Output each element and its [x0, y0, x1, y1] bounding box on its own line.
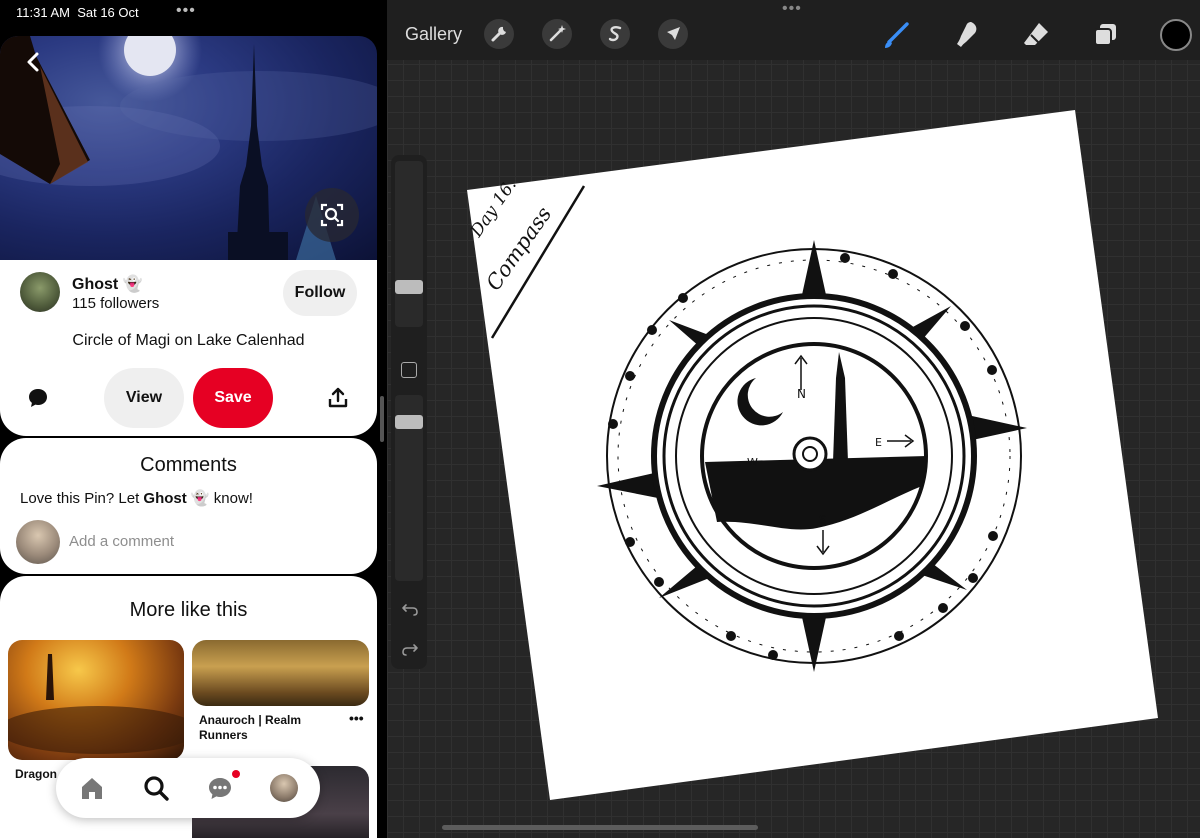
layers-icon: [1094, 24, 1116, 46]
pinterest-pane: Ghost 👻 115 followers Follow Circle of M…: [0, 36, 377, 838]
status-time: 11:31 AM Sat 16 Oct: [16, 5, 139, 20]
save-button[interactable]: Save: [193, 368, 273, 428]
compass-east-label: E: [875, 436, 882, 449]
opacity-thumb[interactable]: [395, 415, 423, 429]
related-pin-title[interactable]: Dragon: [15, 767, 57, 781]
transform-button[interactable]: [658, 19, 688, 49]
wrench-icon: [491, 26, 506, 42]
undo-icon: [402, 604, 418, 616]
drawing-canvas[interactable]: Day 16. Compass N S W E: [387, 0, 1200, 838]
follower-count: 115 followers: [72, 295, 160, 312]
bottom-tab-bar: [56, 758, 320, 818]
color-picker-button[interactable]: [1160, 19, 1192, 51]
creator-name[interactable]: Ghost 👻: [72, 274, 143, 294]
status-bar: 11:31 AM Sat 16 Oct •••: [0, 0, 380, 26]
home-icon: [82, 778, 102, 799]
split-view-divider[interactable]: [380, 396, 384, 442]
selection-button[interactable]: [600, 19, 630, 49]
my-avatar: [16, 520, 60, 564]
pin-image[interactable]: [0, 36, 377, 260]
messages-icon: [209, 778, 231, 799]
selection-icon: [608, 26, 622, 42]
more-like-this-heading: More like this: [129, 599, 248, 621]
comments-heading: Comments: [140, 454, 237, 476]
lens-icon: [320, 203, 344, 227]
tab-search[interactable]: [142, 774, 170, 802]
layers-button[interactable]: [1089, 18, 1123, 52]
tab-messages[interactable]: [206, 774, 234, 802]
procreate-toolbar: Gallery •••: [387, 0, 1200, 60]
eraser-tool[interactable]: [1019, 18, 1053, 52]
comment-button[interactable]: [26, 386, 50, 410]
comments-section: Comments Love this Pin? Let Ghost 👻 know…: [0, 438, 377, 574]
eraser-icon: [1024, 23, 1048, 45]
magic-wand-icon: [549, 25, 566, 42]
modify-button[interactable]: [401, 362, 417, 378]
redo-button[interactable]: [400, 639, 420, 659]
add-comment-input[interactable]: Add a comment: [69, 533, 174, 550]
redo-icon: [402, 644, 418, 656]
smudge-icon: [957, 22, 977, 47]
pin-title: Circle of Magi on Lake Calenhad: [72, 332, 305, 349]
compass-north-label: N: [797, 387, 806, 401]
pin-details-card: Ghost 👻 115 followers Follow Circle of M…: [0, 260, 377, 436]
visual-search-button[interactable]: [305, 188, 359, 242]
multitasking-dots[interactable]: •••: [176, 2, 196, 20]
related-pin-title[interactable]: Anauroch | Realm Runners: [199, 713, 329, 743]
brush-sidebar: [391, 155, 427, 669]
tab-profile[interactable]: [270, 774, 298, 802]
transform-icon: [667, 27, 680, 40]
back-button[interactable]: [20, 48, 48, 76]
compass-west-label: W: [747, 456, 758, 469]
brush-tool[interactable]: [879, 18, 913, 52]
comments-prompt: Love this Pin? Let Ghost 👻 know!: [20, 490, 253, 507]
compass-south-label: S: [819, 513, 827, 527]
search-icon: [144, 776, 169, 801]
home-indicator: [442, 825, 758, 830]
pin-options-button[interactable]: •••: [349, 710, 364, 726]
related-pin-dragon[interactable]: [0, 640, 198, 760]
procreate-pane: Day 16. Compass N S W E Gallery •••: [387, 0, 1200, 838]
brush-size-slider[interactable]: [395, 161, 423, 327]
notification-badge: [232, 770, 240, 778]
multitasking-dots[interactable]: •••: [782, 0, 802, 18]
smudge-tool[interactable]: [949, 18, 983, 52]
actions-button[interactable]: [484, 19, 514, 49]
related-pin-anauroch[interactable]: [192, 640, 369, 706]
adjustments-button[interactable]: [542, 19, 572, 49]
tab-home[interactable]: [78, 774, 106, 802]
related-pin-image: [0, 654, 198, 754]
chevron-left-icon: [27, 52, 39, 72]
comment-bubble-icon: [29, 389, 47, 407]
brush-size-thumb[interactable]: [395, 280, 423, 294]
view-button[interactable]: View: [104, 368, 184, 428]
creator-avatar[interactable]: [20, 272, 60, 312]
brush-icon: [885, 22, 909, 48]
tower-base: [228, 232, 288, 260]
follow-button[interactable]: Follow: [283, 270, 357, 316]
undo-button[interactable]: [400, 599, 420, 619]
gallery-button[interactable]: Gallery: [405, 24, 462, 45]
share-icon: [328, 387, 348, 408]
share-button[interactable]: [326, 386, 350, 410]
